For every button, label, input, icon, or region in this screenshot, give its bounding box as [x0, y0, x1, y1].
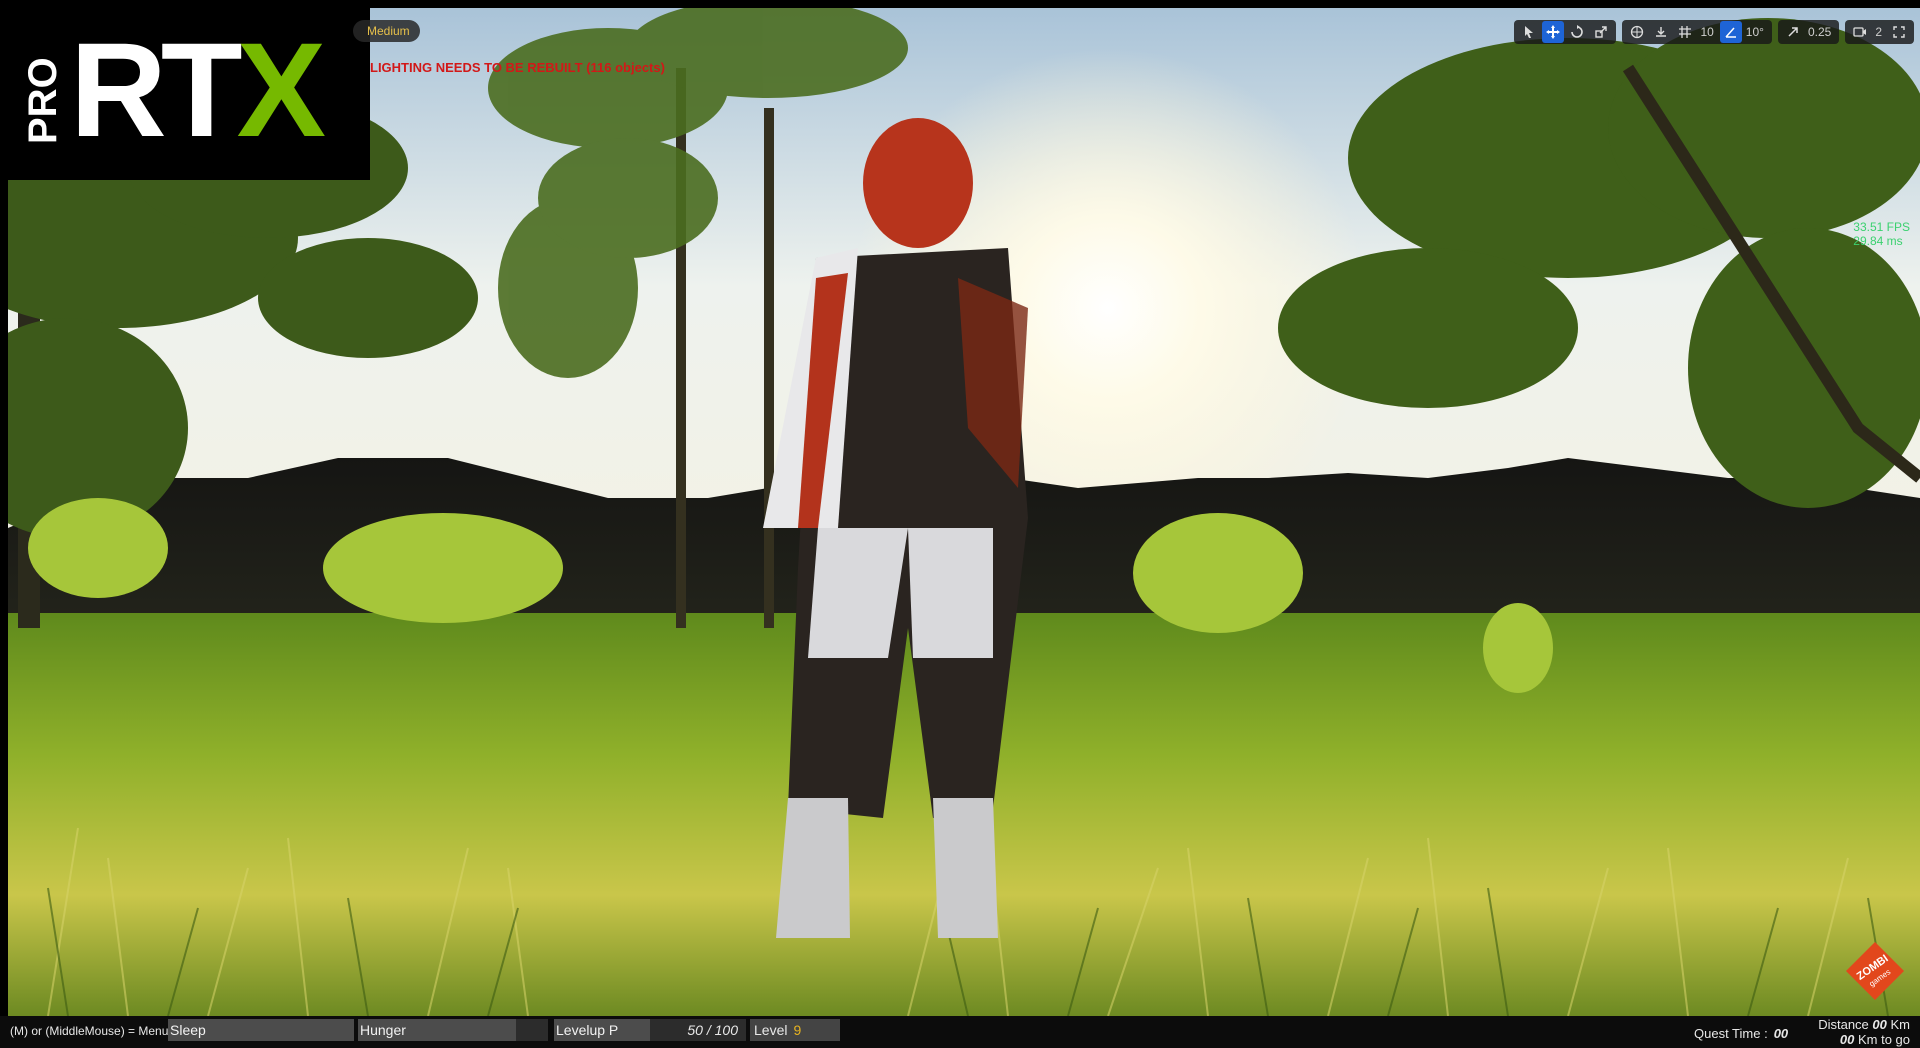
- levelup-bar: Levelup P 50 / 100: [554, 1019, 746, 1041]
- level-box: Level 9: [750, 1019, 840, 1041]
- surface-snap-icon[interactable]: [1650, 21, 1672, 43]
- scale-icon[interactable]: [1590, 21, 1612, 43]
- camera-speed-value[interactable]: 2: [1873, 25, 1886, 39]
- to-go-unit: Km to go: [1857, 1032, 1910, 1047]
- snap-tools: 10 10°: [1622, 20, 1772, 44]
- frame-time-readout: 29.84 ms: [1853, 234, 1903, 248]
- fps-readout: 33.51 FPS: [1853, 220, 1910, 234]
- zombi-games-badge: ZOMBI games: [1846, 942, 1904, 1000]
- scale-snap-group: 0.25: [1777, 20, 1840, 44]
- select-icon[interactable]: [1518, 21, 1540, 43]
- rtx-wordmark: RTX: [70, 16, 326, 165]
- sleep-label: Sleep: [170, 1022, 206, 1038]
- camera-speed-group: 2: [1845, 20, 1914, 44]
- move-icon[interactable]: [1542, 21, 1565, 43]
- grid-snap-icon[interactable]: [1674, 21, 1696, 43]
- menu-hint: (M) or (MiddleMouse) = Menu: [10, 1024, 169, 1038]
- rotation-snap-icon[interactable]: [1719, 21, 1742, 43]
- rotation-snap-value[interactable]: 10°: [1744, 25, 1768, 39]
- distance-unit: Km: [1890, 1017, 1911, 1032]
- quest-time-label: Quest Time :: [1694, 1026, 1768, 1041]
- grid-snap-value[interactable]: 10: [1698, 25, 1717, 39]
- pro-rtx-logo: PRO RTX: [8, 8, 370, 180]
- levelup-label: Levelup P: [556, 1022, 619, 1038]
- lighting-rebuild-warning: LIGHTING NEEDS TO BE REBUILT (116 object…: [370, 60, 665, 75]
- to-go-value: 00: [1839, 1032, 1855, 1047]
- levelup-value: 50 / 100: [687, 1022, 738, 1038]
- hunger-label: Hunger: [360, 1022, 406, 1038]
- world-local-icon[interactable]: [1626, 21, 1648, 43]
- scale-snap-icon[interactable]: [1782, 21, 1804, 43]
- pro-wordmark: PRO: [22, 57, 64, 144]
- hunger-bar: Hunger: [358, 1019, 548, 1041]
- viewport-toolbar: 10 10° 0.25 2: [1514, 20, 1914, 44]
- scale-snap-value[interactable]: 0.25: [1806, 25, 1835, 39]
- camera-icon[interactable]: [1849, 21, 1871, 43]
- distance-value: 00: [1872, 1017, 1887, 1032]
- quest-time-value: 00: [1773, 1026, 1789, 1041]
- transform-tools: [1514, 20, 1617, 44]
- status-hud: (M) or (MiddleMouse) = Menu Sleep Hunger…: [0, 1016, 1920, 1048]
- sleep-bar: Sleep: [168, 1019, 354, 1041]
- distance-label: Distance: [1818, 1017, 1869, 1032]
- distance-readout: Distance 00 Km 00 Km to go: [1818, 1017, 1910, 1047]
- level-value: 9: [793, 1022, 802, 1038]
- game-viewport[interactable]: PRO RTX Medium LIGHTING NEEDS TO BE REBU…: [8, 8, 1920, 1016]
- svg-text:PRO: PRO: [22, 57, 64, 144]
- scalability-mode-pill[interactable]: Medium: [353, 20, 420, 42]
- rotate-icon[interactable]: [1566, 21, 1588, 43]
- level-label: Level: [754, 1022, 788, 1038]
- fps-stats: 33.51 FPS 29.84 ms: [1853, 220, 1910, 248]
- quest-time: Quest Time : 00: [1694, 1026, 1788, 1041]
- maximize-icon[interactable]: [1888, 21, 1910, 43]
